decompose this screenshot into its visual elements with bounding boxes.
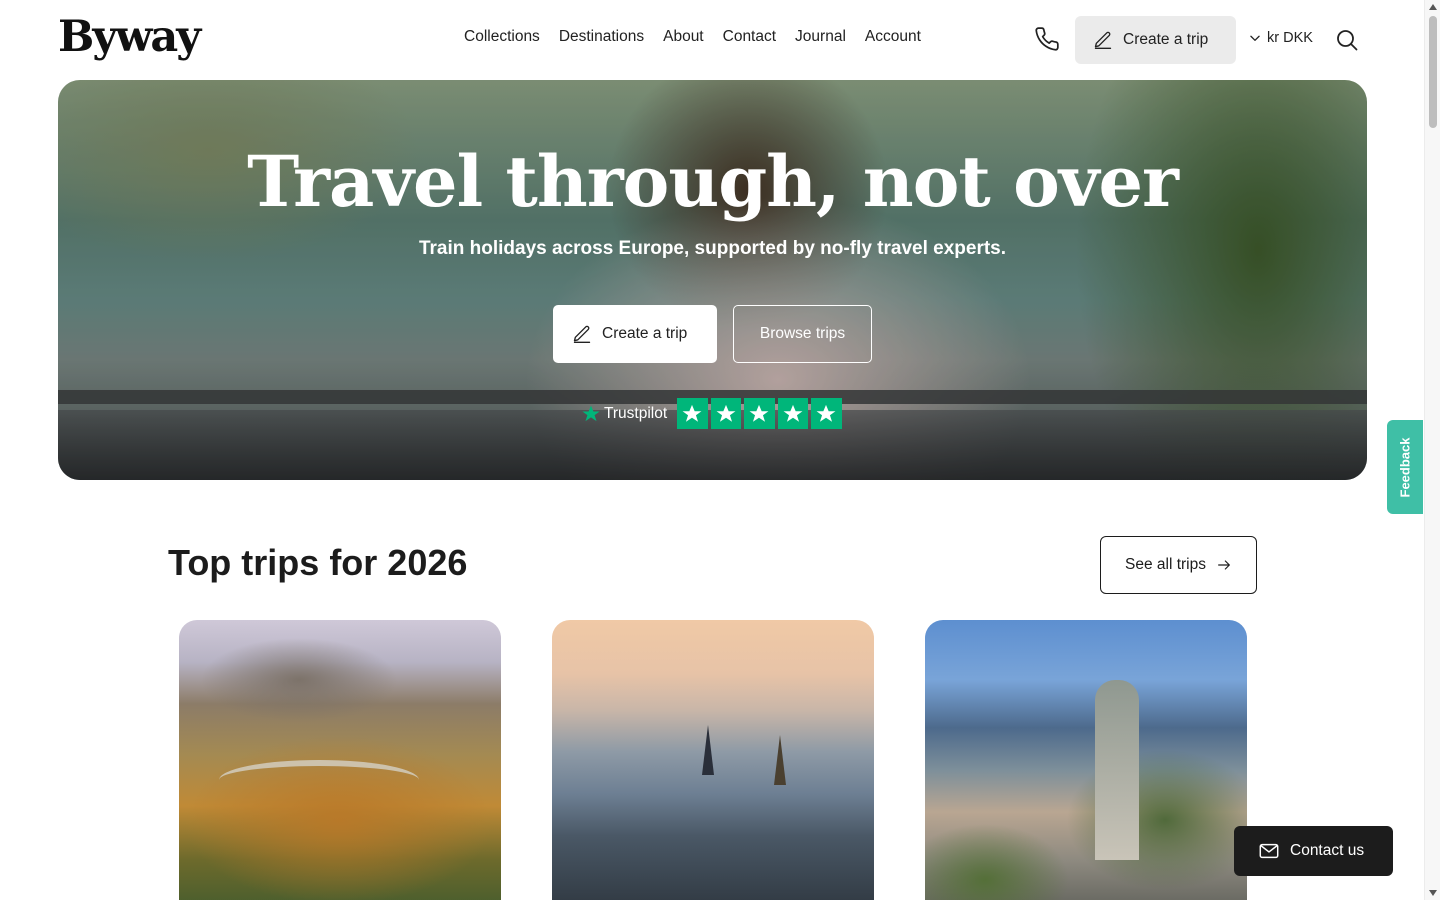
currency-label: kr DKK <box>1267 30 1313 46</box>
see-all-trips-button[interactable]: See all trips <box>1100 536 1257 594</box>
hero-create-trip-button[interactable]: Create a trip <box>553 305 717 363</box>
feedback-tab[interactable]: Feedback <box>1387 420 1423 514</box>
hero-subtitle: Train holidays across Europe, supported … <box>418 238 1007 259</box>
scrollbar-thumb[interactable] <box>1429 16 1437 128</box>
site-header: Byway Collections Destinations About Con… <box>0 0 1424 80</box>
hero-create-trip-label: Create a trip <box>602 325 688 342</box>
page-scrollbar[interactable] <box>1424 0 1440 900</box>
scroll-down-arrow-icon[interactable] <box>1429 890 1437 896</box>
arrow-right-icon <box>1218 560 1230 570</box>
contact-us-label: Contact us <box>1290 842 1365 859</box>
rating-star-icon <box>710 398 742 429</box>
hero-banner: Travel through, not over Train holidays … <box>58 80 1367 480</box>
see-all-trips-label: See all trips <box>1125 556 1206 573</box>
main-nav: Collections Destinations About Contact J… <box>464 28 921 46</box>
trip-card-image[interactable] <box>552 620 874 900</box>
feedback-label: Feedback <box>1397 437 1413 497</box>
pencil-icon <box>573 325 591 343</box>
currency-selector[interactable]: kr DKK <box>1248 30 1313 46</box>
top-trips-heading: Top trips for 2026 <box>168 542 468 583</box>
hero-title: Travel through, not over <box>247 140 1179 223</box>
scroll-up-arrow-icon[interactable] <box>1429 4 1437 10</box>
trustpilot-rating[interactable]: Trustpilot <box>581 398 842 429</box>
nav-item-collections[interactable]: Collections <box>464 28 540 46</box>
nav-item-destinations[interactable]: Destinations <box>559 28 644 46</box>
pencil-icon <box>1094 31 1112 49</box>
trustpilot-stars <box>677 398 842 429</box>
header-create-trip-button[interactable]: Create a trip <box>1075 16 1236 64</box>
trip-card-image[interactable] <box>179 620 501 900</box>
nav-item-journal[interactable]: Journal <box>795 28 846 46</box>
trustpilot-star-icon <box>582 405 600 421</box>
mail-icon <box>1259 843 1279 859</box>
church-spire-illustration <box>702 725 714 775</box>
rating-star-icon <box>811 398 842 429</box>
bell-tower-illustration <box>1095 680 1139 860</box>
header-create-trip-label: Create a trip <box>1123 31 1209 48</box>
byway-logo[interactable]: Byway <box>58 12 201 62</box>
rating-star-icon <box>744 398 775 429</box>
rating-star-icon <box>777 398 809 429</box>
trip-card-image[interactable] <box>925 620 1247 900</box>
viaduct-illustration <box>219 760 419 800</box>
nav-item-account[interactable]: Account <box>865 28 921 46</box>
chevron-down-icon <box>1250 35 1260 41</box>
church-spire-illustration <box>774 735 786 785</box>
contact-us-button[interactable]: Contact us <box>1234 826 1393 876</box>
phone-icon[interactable] <box>1034 26 1060 52</box>
nav-item-contact[interactable]: Contact <box>723 28 776 46</box>
search-icon[interactable] <box>1335 28 1359 52</box>
nav-item-about[interactable]: About <box>663 28 704 46</box>
browse-trips-label: Browse trips <box>759 325 846 342</box>
rating-star-icon <box>677 398 708 429</box>
trustpilot-label: Trustpilot <box>604 404 668 422</box>
trustpilot-logo: Trustpilot <box>581 404 667 424</box>
browse-trips-button[interactable]: Browse trips <box>733 305 872 363</box>
